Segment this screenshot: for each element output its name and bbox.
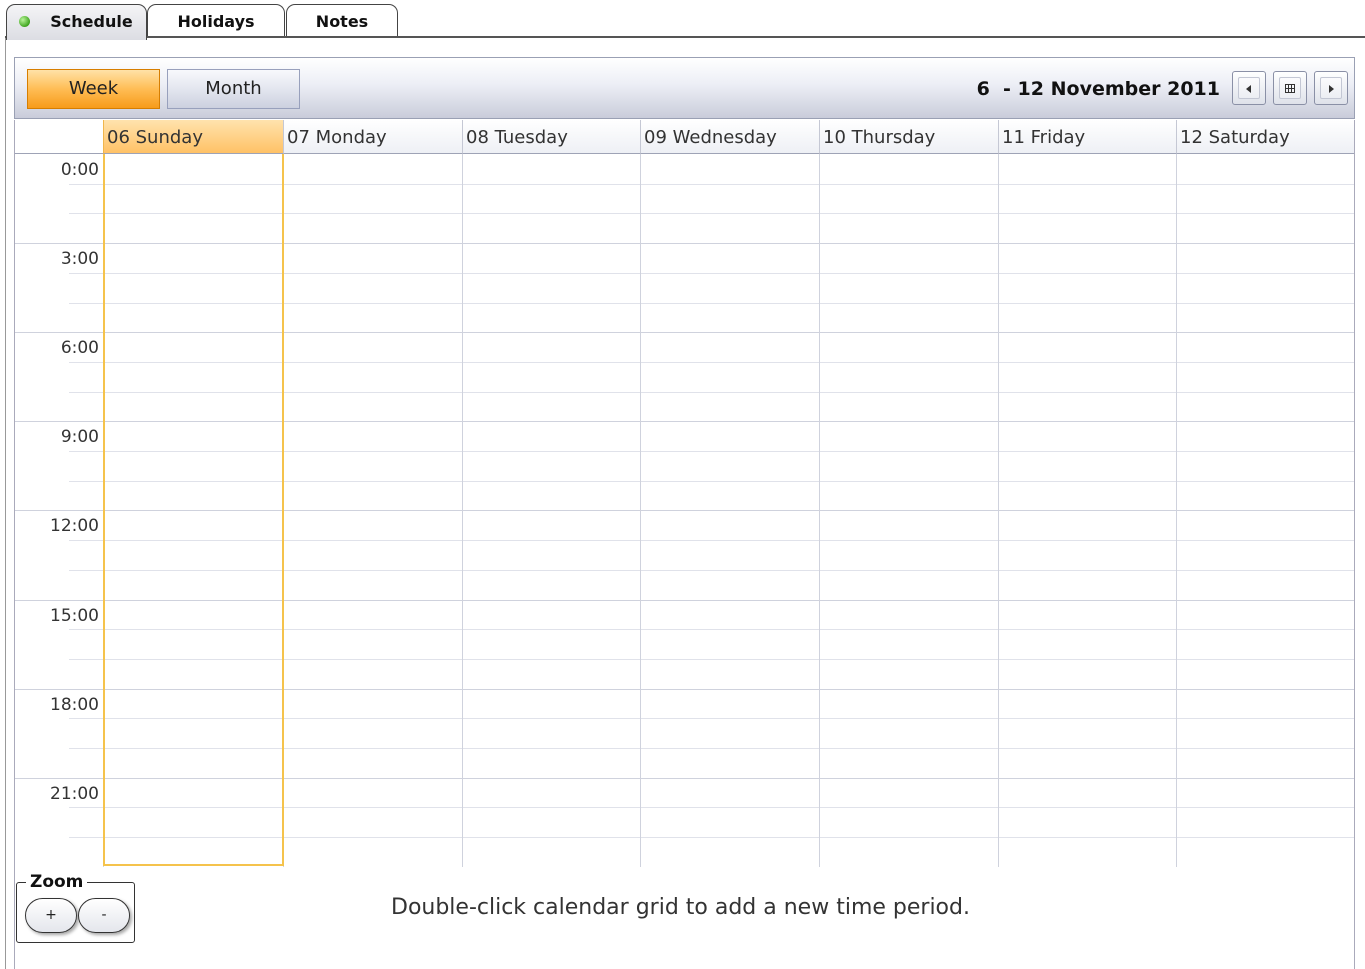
tab-bar: Schedule Holidays Notes <box>0 0 1365 40</box>
tab-label: Notes <box>315 12 369 31</box>
column-divider <box>1176 154 1177 867</box>
time-label: 12:00 <box>50 516 99 536</box>
day-header[interactable]: 11 Friday <box>998 120 1176 154</box>
time-label: 15:00 <box>50 606 99 626</box>
tab-schedule[interactable]: Schedule <box>6 4 147 40</box>
next-week-button[interactable] <box>1314 71 1348 105</box>
day-header[interactable]: 07 Monday <box>283 120 462 154</box>
calendar-toolbar: Week Month 6 - 12 November 2011 <box>14 57 1355 119</box>
tab-label: Schedule <box>50 12 133 31</box>
column-divider <box>462 154 463 867</box>
day-header[interactable]: 09 Wednesday <box>640 120 819 154</box>
day-header[interactable]: 10 Thursday <box>819 120 998 154</box>
day-column[interactable] <box>283 154 462 867</box>
day-header[interactable]: 12 Saturday <box>1176 120 1354 154</box>
zoom-label: Zoom <box>26 872 88 892</box>
column-divider <box>103 154 104 867</box>
time-label: 3:00 <box>60 249 99 269</box>
time-label: 0:00 <box>60 160 99 180</box>
chevron-left-icon <box>1246 85 1251 93</box>
column-divider <box>819 154 820 867</box>
time-label: 18:00 <box>50 695 99 715</box>
tab-notes[interactable]: Notes <box>286 4 398 37</box>
time-label: 9:00 <box>60 427 99 447</box>
day-column[interactable] <box>103 154 283 867</box>
day-column[interactable] <box>819 154 998 867</box>
tab-holidays[interactable]: Holidays <box>147 4 285 37</box>
time-column-header <box>15 120 103 154</box>
column-divider <box>640 154 641 867</box>
day-column[interactable] <box>462 154 640 867</box>
calendar-grid-icon <box>1285 84 1295 93</box>
month-view-button[interactable]: Month <box>167 69 300 109</box>
date-range-label: 6 - 12 November 2011 <box>976 78 1220 100</box>
status-dot-icon <box>19 16 30 27</box>
week-calendar-grid: 06 Sunday 07 Monday 08 Tuesday 09 Wednesday… <box>14 120 1355 867</box>
chevron-right-icon <box>1329 85 1334 93</box>
tab-label: Holidays <box>177 12 255 31</box>
day-column[interactable] <box>1176 154 1354 867</box>
zoom-out-button[interactable]: - <box>78 898 130 933</box>
time-label: 21:00 <box>50 784 99 804</box>
column-divider <box>283 154 284 867</box>
previous-week-button[interactable] <box>1232 71 1266 105</box>
day-column[interactable] <box>998 154 1176 867</box>
day-header[interactable]: 08 Tuesday <box>462 120 640 154</box>
hint-text: Double-click calendar grid to add a new … <box>391 895 970 920</box>
today-button[interactable] <box>1273 71 1307 105</box>
time-label: 6:00 <box>60 338 99 358</box>
day-column[interactable] <box>640 154 819 867</box>
column-divider <box>998 154 999 867</box>
day-header[interactable]: 06 Sunday <box>103 120 283 154</box>
zoom-in-button[interactable]: + <box>25 898 77 933</box>
week-view-button[interactable]: Week <box>27 69 160 109</box>
